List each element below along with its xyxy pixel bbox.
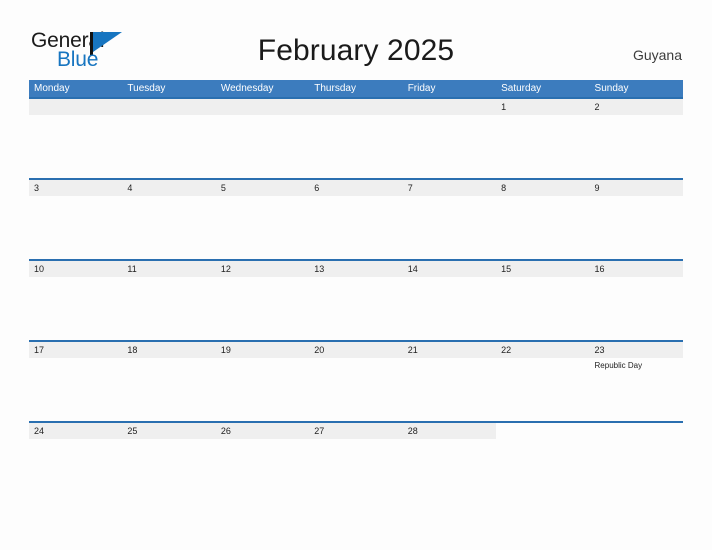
- calendar-week-row: 10 11 12 13 14 15 16: [29, 259, 683, 340]
- calendar-day-cell[interactable]: 27: [309, 423, 402, 502]
- calendar-day-cell-empty: [496, 423, 589, 502]
- calendar-week-row: 17 18 19 20 21 22 23 Republic Day: [29, 340, 683, 421]
- weekday-header-wednesday: Wednesday: [220, 83, 274, 94]
- weekday-header-friday: Friday: [407, 83, 436, 94]
- calendar-day-cell[interactable]: 3: [29, 180, 122, 259]
- calendar-grid: Monday Tuesday Wednesday Thursday Friday…: [29, 80, 683, 502]
- calendar-day-cell[interactable]: 12: [216, 261, 309, 340]
- calendar-day-cell[interactable]: 1: [496, 99, 589, 178]
- calendar-day-cell[interactable]: 18: [122, 342, 215, 421]
- weekday-header-row: Monday Tuesday Wednesday Thursday Friday…: [29, 80, 683, 97]
- day-number: 18: [127, 344, 138, 355]
- day-number: 20: [314, 344, 325, 355]
- calendar-day-cell-empty: [403, 99, 496, 178]
- day-number: 1: [501, 101, 507, 112]
- day-number: 22: [501, 344, 512, 355]
- calendar-day-cell[interactable]: 28: [403, 423, 496, 502]
- week-day-cells: 12: [29, 99, 683, 178]
- calendar-day-cell[interactable]: 16: [590, 261, 683, 340]
- day-number: 14: [407, 263, 418, 274]
- day-number: 3: [34, 182, 40, 193]
- day-number: 27: [314, 425, 325, 436]
- week-day-cells: 17 18 19 20 21 22 23 Republic Day: [29, 342, 683, 421]
- page-title: February 2025: [257, 34, 455, 67]
- calendar-day-cell[interactable]: 23 Republic Day: [590, 342, 683, 421]
- calendar-day-cell-empty: [122, 99, 215, 178]
- calendar-day-cell[interactable]: 9: [590, 180, 683, 259]
- calendar-day-cell[interactable]: 22: [496, 342, 589, 421]
- calendar-day-cell-empty: [309, 99, 402, 178]
- day-number: 12: [220, 263, 231, 274]
- calendar-day-cell-empty: [216, 99, 309, 178]
- calendar-day-cell[interactable]: 21: [403, 342, 496, 421]
- day-number: 2: [594, 101, 600, 112]
- day-number: 10: [34, 263, 45, 274]
- calendar-day-cell[interactable]: 2: [590, 99, 683, 178]
- day-number: 19: [220, 344, 231, 355]
- weekday-header-sunday: Sunday: [594, 83, 629, 94]
- calendar-day-cell[interactable]: 19: [216, 342, 309, 421]
- calendar-day-cell[interactable]: 5: [216, 180, 309, 259]
- calendar-day-cell[interactable]: 17: [29, 342, 122, 421]
- calendar-day-cell[interactable]: 20: [309, 342, 402, 421]
- day-number: 7: [407, 182, 413, 193]
- week-day-cells: 10 11 12 13 14 15 16: [29, 261, 683, 340]
- day-number: 21: [407, 344, 418, 355]
- day-number: 28: [407, 425, 418, 436]
- weekday-header-saturday: Saturday: [501, 83, 542, 94]
- day-event-label: Republic Day: [594, 360, 643, 370]
- day-number: 23: [594, 344, 605, 355]
- calendar-day-cell[interactable]: 14: [403, 261, 496, 340]
- day-number: 9: [594, 182, 600, 193]
- calendar-day-cell[interactable]: 13: [309, 261, 402, 340]
- calendar-week-row: 24 25 26 27 28: [29, 421, 683, 502]
- calendar-day-cell[interactable]: 24: [29, 423, 122, 502]
- week-day-cells: 3 4 5 6 7 8 9: [29, 180, 683, 259]
- day-number: 24: [34, 425, 45, 436]
- day-number: 6: [314, 182, 320, 193]
- week-day-cells: 24 25 26 27 28: [29, 423, 683, 502]
- calendar-day-cell[interactable]: 25: [122, 423, 215, 502]
- page-header: General Blue February 2025 Guyana: [0, 0, 712, 80]
- calendar-day-cell-empty: [590, 423, 683, 502]
- day-number: 17: [34, 344, 45, 355]
- calendar-day-cell[interactable]: 6: [309, 180, 402, 259]
- calendar-day-cell[interactable]: 7: [403, 180, 496, 259]
- calendar-week-row: 12: [29, 97, 683, 178]
- calendar-day-cell[interactable]: 10: [29, 261, 122, 340]
- calendar-day-cell[interactable]: 26: [216, 423, 309, 502]
- day-number: 15: [501, 263, 512, 274]
- calendar-week-row: 3 4 5 6 7 8 9: [29, 178, 683, 259]
- weekday-header-thursday: Thursday: [314, 83, 356, 94]
- day-number: 25: [127, 425, 138, 436]
- calendar-day-cell[interactable]: 8: [496, 180, 589, 259]
- calendar-day-cell[interactable]: 4: [122, 180, 215, 259]
- calendar-weeks: 1 2 3 4 5 6 7 8 9 10 11 12 13 14 15 16 17 18 19 20 21 22 23 Rep…: [29, 97, 683, 502]
- country-label: Guyana: [632, 47, 682, 63]
- day-number: 11: [127, 263, 137, 274]
- day-number: 4: [127, 182, 133, 193]
- calendar-day-cell[interactable]: 15: [496, 261, 589, 340]
- day-number: 26: [220, 425, 231, 436]
- day-number: 5: [220, 182, 226, 193]
- calendar-day-cell-empty: [29, 99, 122, 178]
- calendar-day-cell[interactable]: 11: [122, 261, 215, 340]
- weekday-header-tuesday: Tuesday: [127, 83, 166, 94]
- day-number: 16: [594, 263, 605, 274]
- day-number: 8: [501, 182, 507, 193]
- day-number: 13: [314, 263, 325, 274]
- weekday-header-monday: Monday: [34, 83, 70, 94]
